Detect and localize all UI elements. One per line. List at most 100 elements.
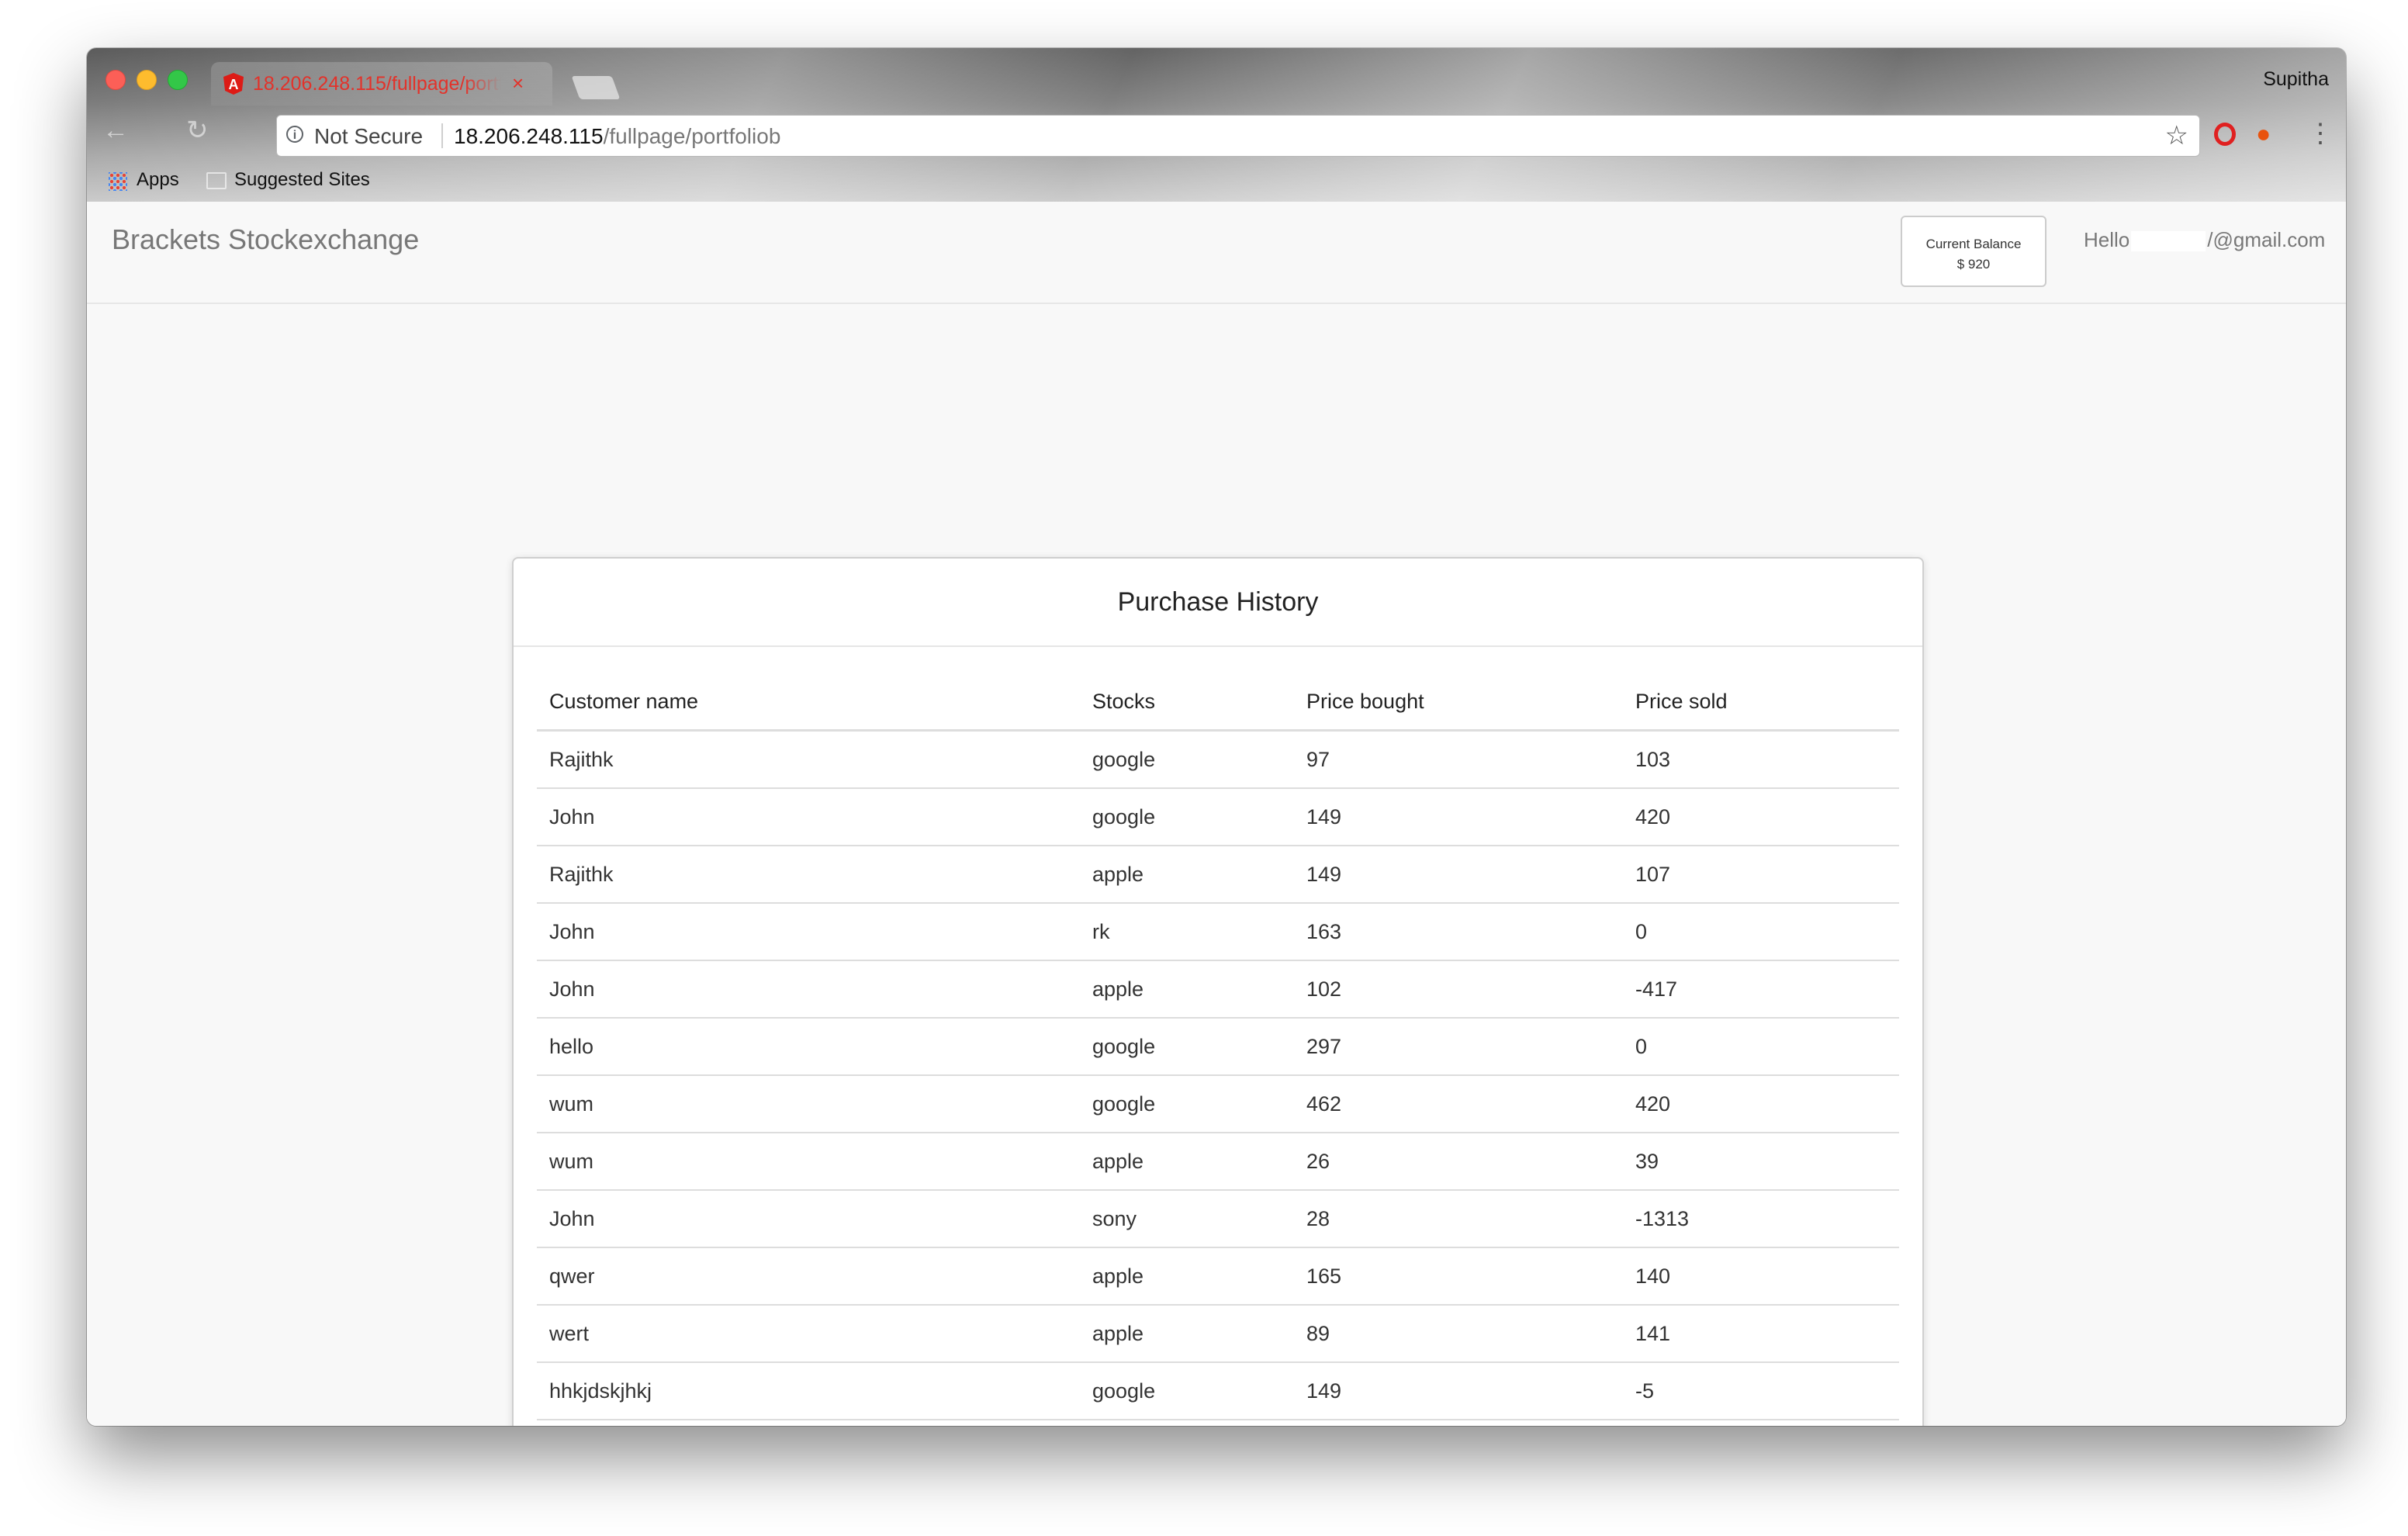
column-header-stocks: Stocks	[1080, 673, 1294, 732]
bookmark-apps[interactable]: Apps	[137, 169, 179, 191]
table-body: Rajithk google 97 103 John google 149 420 Rajith…	[537, 730, 1899, 1426]
column-header-customer: Customer name	[537, 673, 1080, 732]
table-row: wum google 462 420	[537, 1075, 1899, 1133]
cell-price-bought: 149	[1294, 1362, 1623, 1420]
cell-price-sold: 103	[1623, 730, 1899, 789]
table-row: Rajithk apple 149 107	[537, 846, 1899, 904]
redacted-username	[2131, 231, 2206, 252]
table-row: John rk 163 0	[537, 903, 1899, 961]
cell-stock: google	[1080, 1420, 1294, 1426]
cell-stock: apple	[1080, 960, 1294, 1019]
cell-price-bought: 165	[1294, 1247, 1623, 1306]
cell-price-bought: 149	[1294, 846, 1623, 904]
table-row: qwer apple 165 140	[537, 1247, 1899, 1306]
table-row: Rajithk google 97 103	[537, 730, 1899, 789]
cell-price-sold: -5	[1623, 1362, 1899, 1420]
cell-customer: John	[537, 903, 1080, 961]
zoom-window-button[interactable]	[168, 70, 188, 90]
cell-price-bought: 149	[1294, 788, 1623, 846]
profile-name[interactable]: Supitha	[2263, 68, 2329, 91]
cell-customer: John	[537, 1190, 1080, 1248]
cell-price-sold: 420	[1623, 1075, 1899, 1133]
cell-price-bought: 462	[1294, 1075, 1623, 1133]
column-header-price-sold: Price sold	[1623, 673, 1899, 732]
balance-label: Current Balance	[1925, 237, 2022, 251]
cell-price-bought: 26	[1294, 1133, 1623, 1191]
new-tab-button[interactable]	[571, 76, 621, 99]
browser-menu-icon[interactable]: ⋮	[2307, 119, 2334, 147]
fire-extension-icon[interactable]: ●	[2256, 119, 2271, 147]
cell-customer: Rajithk	[537, 846, 1080, 904]
cell-price-bought: 297	[1294, 1018, 1623, 1076]
tab-title: 18.206.248.115/fullpage/portfolioB	[253, 73, 501, 95]
minimize-window-button[interactable]	[137, 70, 157, 90]
cell-price-bought: 97	[1294, 730, 1623, 789]
bookmark-suggested-sites[interactable]: Suggested Sites	[234, 169, 370, 191]
bookmark-star-icon[interactable]: ☆	[2165, 120, 2188, 151]
cell-stock: apple	[1080, 1247, 1294, 1306]
angular-logo-icon: A	[223, 73, 244, 95]
cell-stock: google	[1080, 1362, 1294, 1420]
cell-customer: John	[537, 960, 1080, 1019]
cell-stock: apple	[1080, 1305, 1294, 1363]
cell-customer: qwer	[537, 1247, 1080, 1306]
cell-price-sold: -1313	[1623, 1190, 1899, 1248]
cell-price-bought: 163	[1294, 903, 1623, 961]
greeting-text: Hello	[2084, 228, 2130, 251]
cell-customer: hello	[537, 1018, 1080, 1076]
current-balance-box: Current Balance $ 920	[1901, 216, 2046, 287]
table-row: hhkjdskjhkj google 149 -5	[537, 1362, 1899, 1420]
cell-price-sold: 420	[1623, 788, 1899, 846]
url-path: /fullpage/portfoliob	[603, 124, 781, 148]
cell-price-sold: 0	[1623, 1018, 1899, 1076]
cell-stock: google	[1080, 730, 1294, 789]
url-text[interactable]: 18.206.248.115/fullpage/portfoliob	[454, 124, 780, 149]
close-window-button[interactable]	[106, 70, 126, 90]
info-icon[interactable]: i	[286, 126, 303, 143]
table-row: John sony 28 -1313	[537, 1190, 1899, 1248]
security-label[interactable]: Not Secure	[314, 124, 423, 149]
brand-link[interactable]: Brackets Stockexchange	[112, 223, 419, 256]
cell-price-bought: 89	[1294, 1305, 1623, 1363]
table-row: John google 149 420	[537, 788, 1899, 846]
opera-extension-icon[interactable]	[2214, 123, 2236, 146]
cell-price-sold: 39	[1623, 1133, 1899, 1191]
cell-price-sold: 141	[1623, 1305, 1899, 1363]
cell-price-bought: 28	[1294, 1190, 1623, 1248]
app-navbar: Brackets Stockexchange Current Balance $…	[87, 202, 2346, 304]
table-row: John apple 102 -417	[537, 960, 1899, 1019]
back-arrow-icon[interactable]: ←	[102, 115, 129, 146]
cell-price-bought: 102	[1294, 960, 1623, 1019]
cell-stock: rk	[1080, 903, 1294, 961]
cell-stock: apple	[1080, 1133, 1294, 1191]
cell-customer: wum	[537, 1075, 1080, 1133]
column-header-price-bought: Price bought	[1294, 673, 1623, 732]
tab-close-icon[interactable]: ×	[512, 71, 524, 95]
reload-icon[interactable]: ↻	[186, 115, 209, 146]
url-separator	[441, 123, 443, 148]
cell-customer: hhkjdskjhkj	[537, 1362, 1080, 1420]
cell-stock: google	[1080, 1075, 1294, 1133]
cell-customer: John	[537, 788, 1080, 846]
table-row: kkklllcccgoogle110123	[537, 1420, 1899, 1426]
cell-customer: Rajithk	[537, 730, 1080, 789]
folder-icon[interactable]	[206, 172, 227, 189]
address-bar[interactable]: i Not Secure 18.206.248.115/fullpage/por…	[276, 115, 2200, 157]
apps-grid-icon[interactable]	[109, 172, 127, 191]
cell-customer: wum	[537, 1133, 1080, 1191]
cell-price-sold: 0	[1623, 903, 1899, 961]
email-suffix: /@gmail.com	[2207, 228, 2326, 251]
panel-title: Purchase History	[514, 559, 1922, 647]
table-row: wert apple 89 141	[537, 1305, 1899, 1363]
browser-window: A 18.206.248.115/fullpage/portfolioB × S…	[87, 48, 2346, 1426]
balance-value: $ 920	[1956, 257, 1991, 272]
table-row: wum apple 26 39	[537, 1133, 1899, 1191]
cell-price-sold: 140	[1623, 1247, 1899, 1306]
cell-stock: google	[1080, 788, 1294, 846]
cell-stock: apple	[1080, 846, 1294, 904]
cell-stock: google	[1080, 1018, 1294, 1076]
cell-price-bought: 110	[1294, 1420, 1623, 1426]
cell-customer: wert	[537, 1305, 1080, 1363]
browser-tab-active[interactable]: A 18.206.248.115/fullpage/portfolioB ×	[211, 62, 552, 106]
user-greeting[interactable]: Hello /@gmail.com	[2084, 228, 2325, 252]
